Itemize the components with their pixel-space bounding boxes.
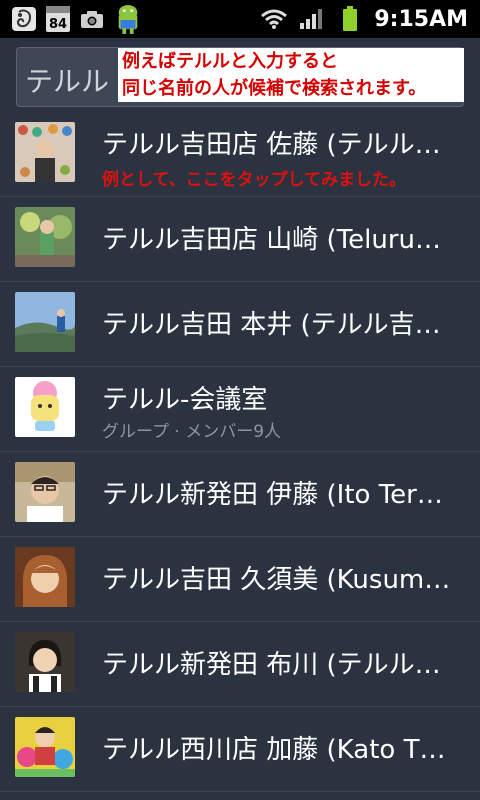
contact-name: テルル新発田 伊藤 (Ito Ter… xyxy=(102,480,443,510)
list-item[interactable]: テルル吉田店 山崎 (Teluru… xyxy=(0,197,480,282)
contact-name: テルル西川店 加藤 (Kato T… xyxy=(102,735,446,765)
calendar-icon: 84 xyxy=(46,6,70,32)
list-item[interactable]: テルル吉田 本井 (テルル吉… xyxy=(0,282,480,367)
avatar xyxy=(15,717,75,777)
calendar-day: 84 xyxy=(48,17,68,32)
contact-name: テルル吉田店 山崎 (Teluru… xyxy=(102,225,442,255)
camera-icon xyxy=(78,5,106,33)
annotation-search: 例えばテルルと入力すると 同じ名前の人が候補で検索されます。 xyxy=(118,48,464,102)
avatar xyxy=(15,547,75,607)
annotation-line-2: 同じ名前の人が候補で検索されます。 xyxy=(122,78,427,99)
status-bar: 84 9:15AM xyxy=(0,0,480,38)
avatar xyxy=(15,207,75,267)
group-name: テルル-会議室 xyxy=(102,385,268,415)
list-item[interactable]: テルル新発田 布川 (テルル… xyxy=(0,622,480,707)
contact-name: テルル新発田 布川 (テルル… xyxy=(102,650,441,680)
evernote-icon xyxy=(10,5,38,33)
group-members: グループ · メンバー9人 xyxy=(102,422,282,442)
annotation-line-1: 例えばテルルと入力すると xyxy=(122,51,338,72)
contact-name: テルル吉田 久須美 (Kusum… xyxy=(102,565,451,595)
signal-icon xyxy=(298,5,326,33)
wifi-icon xyxy=(260,5,288,33)
annotation-tap-note: 例として、ここをタップしてみました。 xyxy=(102,170,407,190)
avatar xyxy=(15,377,75,437)
list-item[interactable]: テルル吉田店 佐藤 (テルル… 例として、ここをタップしてみました。 xyxy=(0,112,480,197)
battery-icon xyxy=(336,5,364,33)
contact-name: テルル吉田 本井 (テルル吉… xyxy=(102,310,441,340)
avatar xyxy=(15,122,75,182)
avatar xyxy=(15,292,75,352)
list-item[interactable]: テルル新発田 伊藤 (Ito Ter… xyxy=(0,452,480,537)
search-input[interactable]: テルル xyxy=(25,60,109,100)
list-item[interactable]: テルル-会議室 グループ · メンバー9人 xyxy=(0,367,480,452)
android-icon xyxy=(114,5,142,34)
avatar xyxy=(15,632,75,692)
contact-list: テルル吉田店 佐藤 (テルル… 例として、ここをタップしてみました。 テルル吉田… xyxy=(0,112,480,792)
list-item[interactable]: テルル西川店 加藤 (Kato T… xyxy=(0,707,480,792)
clock: 9:15AM xyxy=(374,6,468,32)
list-item[interactable]: テルル吉田 久須美 (Kusum… xyxy=(0,537,480,622)
avatar xyxy=(15,462,75,522)
contact-name: テルル吉田店 佐藤 (テルル… xyxy=(102,130,441,160)
